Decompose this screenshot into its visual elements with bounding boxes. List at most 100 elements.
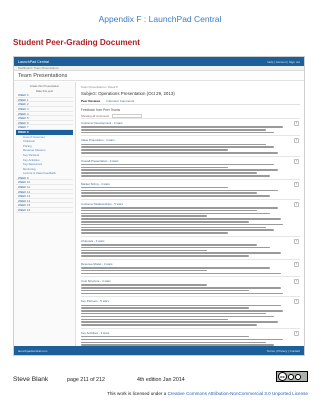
comment-text-line [81, 269, 207, 272]
license-statement: This work is licensed under a Creative C… [0, 391, 308, 396]
launchpad-screenshot: LaunchPad Central Help | Account | Sign … [13, 56, 305, 356]
comment-text-line [81, 129, 266, 131]
comment-text-line [81, 186, 228, 189]
expand-icon[interactable]: › [294, 201, 299, 207]
comment-post: Market Sizing - 4 stars › [81, 178, 300, 199]
comment-text-line [81, 126, 283, 128]
comment-text-line [81, 287, 281, 289]
edition-label: 4th edition Jan 2014 [137, 377, 185, 383]
comment-text-line [81, 226, 266, 229]
tab-instructor-comments[interactable]: Instructor Comments [106, 99, 134, 103]
comment-text-line [81, 307, 249, 309]
page-footer: Steve Blank page 211 of 212 4th edition … [13, 376, 271, 383]
comment-author[interactable]: Market Sizing - 4 stars [81, 182, 291, 186]
expand-icon[interactable]: › [294, 261, 299, 267]
comment-text-line [81, 172, 258, 174]
comment-post: Customer Development - 3 stars › [81, 118, 300, 135]
expand-icon[interactable]: › [294, 279, 299, 285]
comment-author[interactable]: Revenue Model - 4 stars [81, 262, 291, 266]
account-links[interactable]: Help | Account | Sign out [267, 60, 300, 64]
comment-post: Key Partners - 5 stars › [81, 296, 300, 327]
comment-text-line [81, 218, 281, 220]
comment-text-line [81, 244, 258, 246]
comment-text-line [81, 249, 207, 252]
expand-icon[interactable]: › [294, 181, 299, 187]
expand-icon[interactable]: › [294, 238, 299, 244]
comment-text-line [81, 321, 279, 323]
comment-text-line [81, 338, 283, 341]
document-title: Student Peer-Grading Document [13, 38, 140, 47]
comment-text-line [81, 252, 281, 254]
comment-author[interactable]: Overall Presentation - 3 stars [81, 159, 291, 163]
comment-text-line [81, 207, 279, 209]
comment-author[interactable]: Value Proposition - 4 stars [81, 138, 291, 142]
comment-text-line [81, 223, 283, 226]
comment-text-line [81, 143, 266, 146]
comment-author[interactable]: Channels - 3 stars [81, 239, 291, 243]
license-link[interactable]: Creative Commons Attribution-NonCommerci… [168, 391, 308, 396]
comment-text-line [81, 232, 228, 234]
app-body: Grade this Presentation Rate this post WEE… [14, 82, 304, 346]
comment-text-line [81, 284, 207, 286]
comment-author[interactable]: Customer Relationships - 5 stars [81, 202, 291, 206]
comment-text-line [81, 229, 275, 231]
comment-post: Cost Structure - 4 stars › [81, 276, 300, 296]
tab-bar: Peer Reviews Instructor Comments [81, 99, 300, 105]
app-top-bar: LaunchPad Central Help | Account | Sign … [14, 57, 304, 66]
comment-post: Overall Presentation - 3 stars › [81, 155, 300, 179]
footer-links[interactable]: Terms | Privacy | Contact [267, 349, 300, 353]
section-heading: Feedback from Peer Teams [81, 108, 121, 112]
comment-text-line [81, 318, 228, 321]
comment-text-line [81, 212, 270, 215]
expand-icon[interactable]: › [294, 158, 299, 164]
comment-text-line [81, 292, 283, 295]
comment-post: Value Proposition - 4 stars › [81, 135, 300, 155]
noncommercial-icon [295, 373, 301, 380]
comment-text-line [81, 255, 249, 257]
tab-peer-reviews[interactable]: Peer Reviews [81, 99, 100, 103]
expand-icon[interactable]: › [294, 121, 299, 126]
comment-text-line [81, 315, 275, 318]
comment-text-line [81, 304, 281, 307]
sidebar-item[interactable]: WEEK 16 [16, 208, 73, 213]
author-name: Steve Blank [13, 376, 49, 383]
footer-site-link[interactable]: launchpadcentral.com [18, 349, 47, 353]
comment-text-line [81, 221, 249, 223]
breadcrumb[interactable]: Team Presentations / Week 8 [81, 85, 300, 89]
cc-license-icon[interactable]: cc [276, 371, 308, 382]
comment-text-line [81, 169, 279, 171]
presentation-title: Subject: Operations Presentation (Oct 29… [81, 91, 175, 96]
comment-author[interactable]: Cost Structure - 4 stars [81, 279, 291, 283]
expand-icon[interactable]: › [294, 299, 299, 305]
app-brand[interactable]: LaunchPad Central [18, 60, 49, 64]
comment-author[interactable]: Key Partners - 5 stars [81, 299, 291, 303]
comment-text-line [81, 324, 258, 326]
comment-text-line [81, 209, 258, 212]
comment-text-line [81, 166, 228, 169]
comment-post: Channels - 3 stars › [81, 235, 300, 259]
comment-text-line [81, 189, 279, 192]
attribution-icon [288, 373, 294, 380]
comment-text-line [81, 272, 281, 275]
comment-text-line [81, 131, 275, 134]
expand-icon[interactable]: › [294, 138, 299, 144]
comment-post: Key Activities - 3 stars › [81, 327, 300, 346]
license-prefix: This work is licensed under a [107, 391, 168, 396]
comment-text-line [81, 149, 228, 151]
comment-list: Customer Development - 3 stars › Value Pro… [81, 118, 300, 346]
main-content: Team Presentations / Week 8 Subject: Ope… [76, 82, 304, 346]
comment-text-line [81, 341, 266, 344]
comment-text-line [81, 175, 270, 177]
comment-text-line [81, 195, 270, 197]
page-number: page 211 of 212 [67, 377, 105, 383]
app-footer-bar: launchpadcentral.com Terms | Privacy | C… [14, 346, 304, 355]
comment-author[interactable]: Key Activities - 3 stars [81, 331, 291, 335]
comment-author[interactable]: Customer Development - 3 stars [81, 121, 291, 125]
comment-text-line [81, 312, 266, 315]
comment-text-line [81, 152, 279, 154]
comment-post: Customer Relationships - 5 stars › [81, 198, 300, 236]
sidebar: Grade this Presentation Rate this post WEE… [14, 82, 76, 346]
comment-text-line [81, 215, 207, 217]
expand-icon[interactable]: › [294, 330, 299, 336]
cc-logo-icon: cc [278, 372, 287, 381]
